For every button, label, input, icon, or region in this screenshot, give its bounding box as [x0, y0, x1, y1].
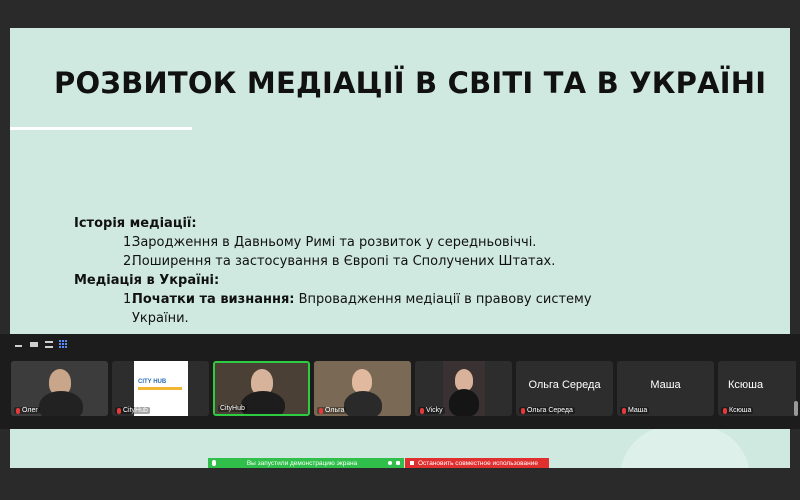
stop-sharing-button[interactable]: Остановить совместное использование — [405, 458, 549, 468]
participant-tile[interactable]: Ксюша Ксюша — [718, 361, 796, 416]
list-item: 1. Початки та визнання: Впровадження мед… — [123, 292, 592, 326]
participant-name: Маша — [620, 407, 650, 414]
strip-scrollbar[interactable] — [794, 401, 798, 416]
shield-icon[interactable] — [396, 461, 400, 465]
share-status-text: Вы запустили демонстрацию экрана — [246, 459, 358, 467]
participant-name: Олег — [14, 407, 40, 414]
slide-divider — [10, 127, 192, 130]
participant-name: Vicky — [418, 407, 445, 414]
mic-muted-icon — [622, 407, 626, 414]
video-feed — [443, 361, 485, 416]
participant-name: Ксюша — [721, 407, 754, 414]
mic-muted-icon — [420, 407, 424, 414]
mic-muted-icon — [723, 407, 727, 414]
mic-muted-icon — [521, 407, 525, 414]
participant-tile[interactable]: Ольга — [314, 361, 411, 416]
section-heading-history: Історія медіації: — [74, 216, 197, 231]
pause-icon[interactable] — [388, 461, 392, 465]
participant-display-name: Ксюша — [728, 379, 764, 391]
grid-view-icon[interactable] — [59, 339, 68, 349]
minimize-icon[interactable] — [14, 340, 23, 349]
strip-controls — [14, 338, 68, 350]
participant-tile[interactable]: Vicky — [415, 361, 512, 416]
mic-muted-icon — [117, 407, 121, 414]
participant-name: Ольга — [317, 407, 347, 414]
section-heading-ukraine: Медіація в Україні: — [74, 273, 220, 288]
list-item: 2. Поширення та застосування в Європі та… — [123, 254, 556, 269]
participant-name: Ольга Середа — [519, 407, 575, 414]
slide-body: Історія медіації: 1. Зародження в Давньо… — [74, 214, 634, 328]
participant-tile[interactable]: CITY HUB CityHub — [112, 361, 209, 416]
participant-display-name: Ольга Середа — [528, 379, 601, 391]
participant-display-name: Маша — [650, 379, 681, 391]
slide-title: РОЗВИТОК МЕДІАЦІЇ В СВІТІ ТА В УКРАЇНІ — [54, 66, 767, 100]
participant-name: CityHub — [115, 407, 150, 414]
participant-tile-active[interactable]: CityHub — [213, 361, 310, 416]
list-item: 1. Зародження в Давньому Римі та розвито… — [123, 235, 537, 250]
participant-tile[interactable]: Ольга Середа Ольга Середа — [516, 361, 613, 416]
participant-tile[interactable]: Олег — [11, 361, 108, 416]
strip-view-icon[interactable] — [44, 340, 53, 349]
screen-share-status-bar: Вы запустили демонстрацию экрана — [208, 458, 404, 468]
stop-icon — [410, 461, 414, 465]
single-view-icon[interactable] — [29, 340, 38, 349]
participant-tile[interactable]: Маша Маша — [617, 361, 714, 416]
mic-muted-icon — [319, 407, 323, 414]
phone-icon — [212, 460, 216, 466]
slide-decoration — [620, 426, 750, 468]
participant-name: CityHub — [218, 405, 247, 412]
mic-muted-icon — [16, 407, 20, 414]
